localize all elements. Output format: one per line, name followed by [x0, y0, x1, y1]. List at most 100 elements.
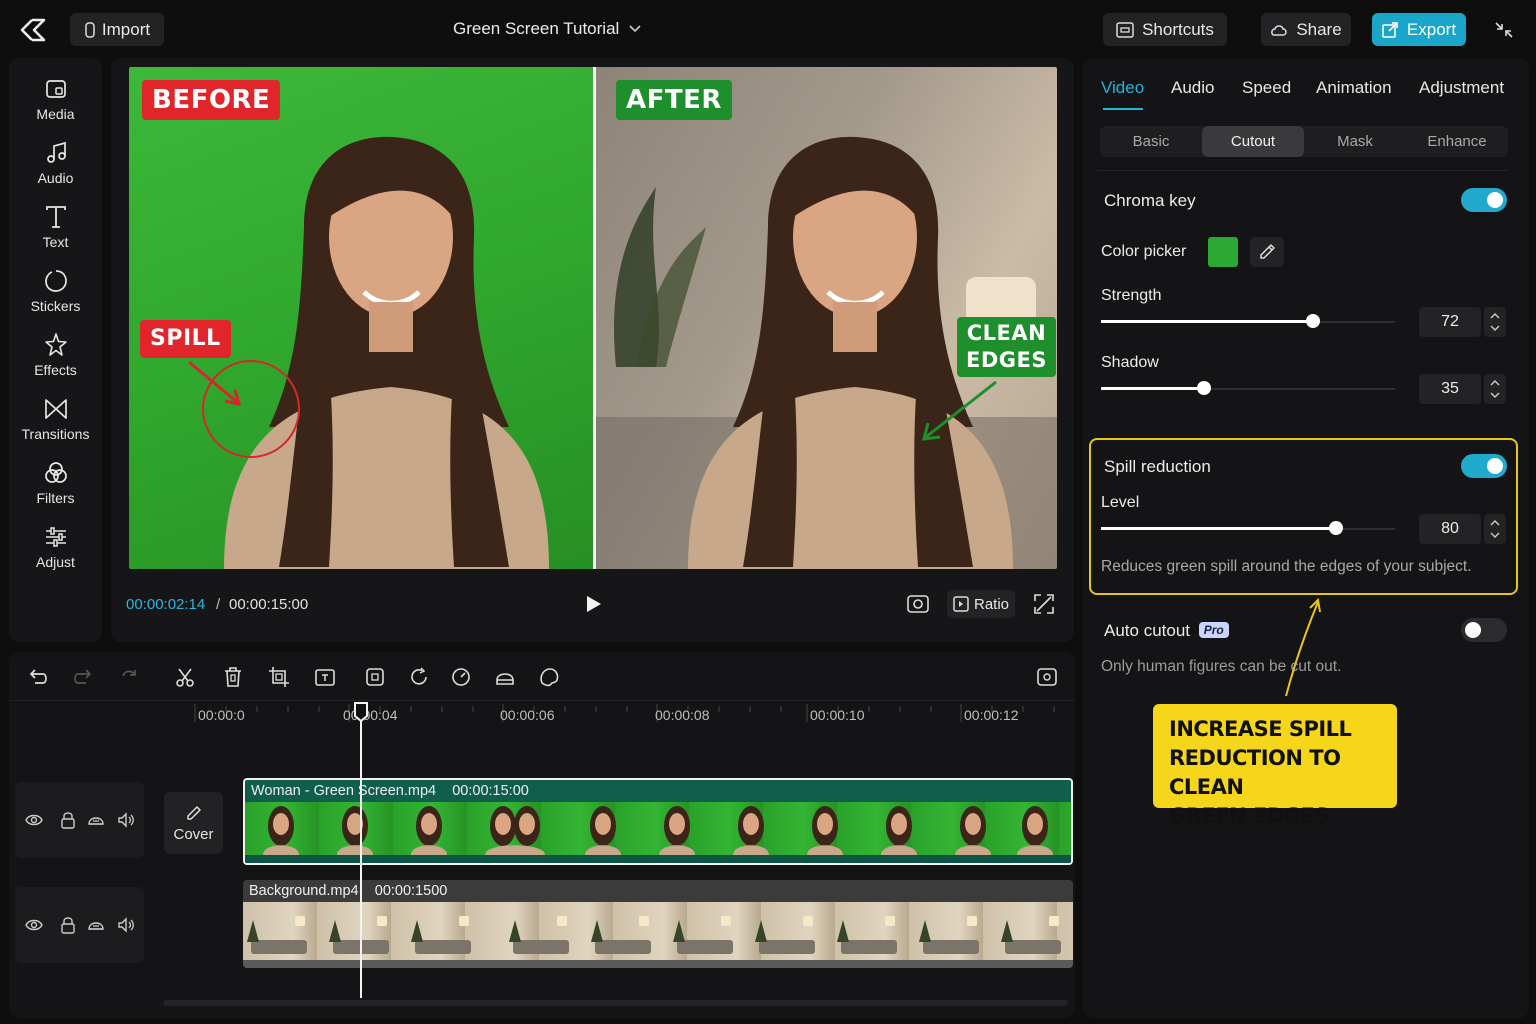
eyedropper-icon — [1260, 244, 1275, 259]
auto-cutout-row: Auto cutout Pro — [1104, 621, 1229, 641]
level-stepper[interactable] — [1484, 514, 1506, 544]
zoom-fit-icon[interactable] — [1036, 666, 1058, 688]
cover-label: Cover — [173, 825, 214, 843]
subtab-basic[interactable]: Basic — [1100, 126, 1202, 157]
clip-label: Background.mp4 00:00:1500 — [249, 883, 447, 899]
chroma-key-toggle[interactable] — [1461, 188, 1507, 212]
redo-icon[interactable] — [72, 666, 94, 688]
shadow-stepper[interactable] — [1484, 374, 1506, 404]
rotate-icon[interactable] — [408, 666, 430, 688]
clip-green-screen[interactable]: Woman - Green Screen.mp4 00:00:15:00 — [243, 778, 1073, 865]
spill-reduction-description: Reduces green spill around the edges of … — [1101, 558, 1472, 575]
export-icon — [1382, 22, 1398, 38]
chevron-up-icon[interactable] — [1489, 518, 1501, 528]
strength-stepper[interactable] — [1484, 307, 1506, 337]
ratio-button[interactable]: Ratio — [947, 590, 1015, 618]
shadow-value-input[interactable]: 35 — [1419, 374, 1481, 404]
sidebar-item-media[interactable]: Media — [9, 76, 102, 132]
sidebar-item-audio[interactable]: Audio — [9, 140, 102, 196]
share-icon — [1271, 24, 1288, 36]
tab-adjustment[interactable]: Adjustment — [1419, 78, 1504, 98]
play-icon[interactable] — [582, 593, 604, 615]
sidebar-item-effects[interactable]: Effects — [9, 332, 102, 388]
tab-speed[interactable]: Speed — [1242, 78, 1291, 98]
volume-icon[interactable] — [117, 916, 135, 934]
sidebar-item-text[interactable]: Text — [9, 204, 102, 260]
eye-icon[interactable] — [25, 916, 43, 934]
mask-icon[interactable] — [494, 666, 516, 688]
slider-thumb[interactable] — [1306, 314, 1320, 328]
level-value-input[interactable]: 80 — [1419, 514, 1481, 544]
total-time: 00:00:15:00 — [229, 596, 309, 613]
strength-value-input[interactable]: 72 — [1419, 307, 1481, 337]
sidebar-item-stickers[interactable]: Stickers — [9, 268, 102, 324]
redo-alt-icon[interactable] — [118, 666, 140, 688]
eyedropper-button[interactable] — [1250, 237, 1284, 267]
sidebar-item-adjust[interactable]: Adjust — [9, 524, 102, 580]
snapshot-icon[interactable] — [906, 593, 930, 615]
slider-thumb[interactable] — [1197, 381, 1211, 395]
chevron-up-icon[interactable] — [1489, 311, 1501, 321]
lock-icon[interactable] — [59, 811, 77, 829]
shadow-slider[interactable] — [1101, 381, 1395, 395]
collapse-panel-icon[interactable] — [1494, 20, 1514, 40]
chevron-down-icon[interactable] — [1489, 323, 1501, 333]
volume-icon[interactable] — [117, 811, 135, 829]
shortcuts-button[interactable]: Shortcuts — [1103, 13, 1227, 46]
delete-icon[interactable] — [222, 666, 244, 688]
color-match-icon[interactable] — [538, 666, 560, 688]
chevron-down-icon — [629, 25, 641, 33]
hide-track-icon[interactable] — [87, 916, 105, 934]
cover-button[interactable]: Cover — [164, 792, 223, 854]
subtab-bar: Basic Cutout Mask Enhance — [1100, 126, 1508, 157]
level-slider[interactable] — [1101, 521, 1395, 535]
chevron-up-icon[interactable] — [1489, 378, 1501, 388]
eye-icon[interactable] — [25, 811, 43, 829]
clip-background[interactable]: Background.mp4 00:00:1500 — [243, 880, 1073, 968]
slider-fill — [1101, 527, 1336, 530]
split-icon[interactable] — [174, 666, 196, 688]
share-button[interactable]: Share — [1261, 13, 1351, 46]
hide-track-icon[interactable] — [87, 811, 105, 829]
import-button[interactable]: Import — [70, 13, 164, 46]
subtab-enhance[interactable]: Enhance — [1406, 126, 1508, 157]
undo-icon[interactable] — [27, 666, 49, 688]
clip-thumbnails — [263, 806, 1053, 855]
app-logo-icon[interactable] — [18, 16, 48, 44]
strength-slider[interactable] — [1101, 314, 1395, 328]
subtab-mask[interactable]: Mask — [1304, 126, 1406, 157]
timeline-scrollbar[interactable] — [163, 1000, 1068, 1006]
freeze-icon[interactable] — [314, 666, 336, 688]
crop-icon[interactable] — [268, 666, 290, 688]
project-title-dropdown[interactable]: Green Screen Tutorial — [453, 19, 641, 39]
playhead-handle[interactable] — [353, 701, 369, 723]
slider-fill — [1101, 387, 1204, 390]
pencil-icon — [186, 805, 201, 820]
share-label: Share — [1296, 19, 1342, 39]
tab-audio[interactable]: Audio — [1171, 78, 1214, 98]
slider-thumb[interactable] — [1329, 521, 1343, 535]
preview-canvas[interactable]: BEFORE AFTER SPILL CLEAN EDGES — [129, 67, 1057, 569]
slider-fill — [1101, 320, 1313, 323]
effects-icon — [44, 333, 67, 356]
export-button[interactable]: Export — [1372, 13, 1466, 46]
filters-icon — [44, 462, 67, 483]
sidebar-item-transitions[interactable]: Transitions — [9, 396, 102, 452]
fullscreen-icon[interactable] — [1033, 593, 1055, 615]
divider — [1097, 170, 1509, 171]
mirror-icon[interactable] — [364, 666, 386, 688]
import-label: Import — [101, 19, 151, 39]
tab-video[interactable]: Video — [1101, 78, 1144, 98]
chevron-down-icon[interactable] — [1489, 390, 1501, 400]
auto-cutout-toggle[interactable] — [1461, 618, 1507, 642]
timeline-toolbar-divider — [9, 700, 1075, 701]
tab-animation[interactable]: Animation — [1316, 78, 1392, 98]
color-swatch[interactable] — [1208, 237, 1238, 267]
lock-icon[interactable] — [59, 916, 77, 934]
speed-icon[interactable] — [450, 666, 472, 688]
sidebar-item-filters[interactable]: Filters — [9, 460, 102, 516]
spill-reduction-toggle[interactable] — [1461, 454, 1507, 478]
playhead-line[interactable] — [360, 712, 362, 998]
subtab-cutout[interactable]: Cutout — [1202, 126, 1304, 157]
chevron-down-icon[interactable] — [1489, 530, 1501, 540]
